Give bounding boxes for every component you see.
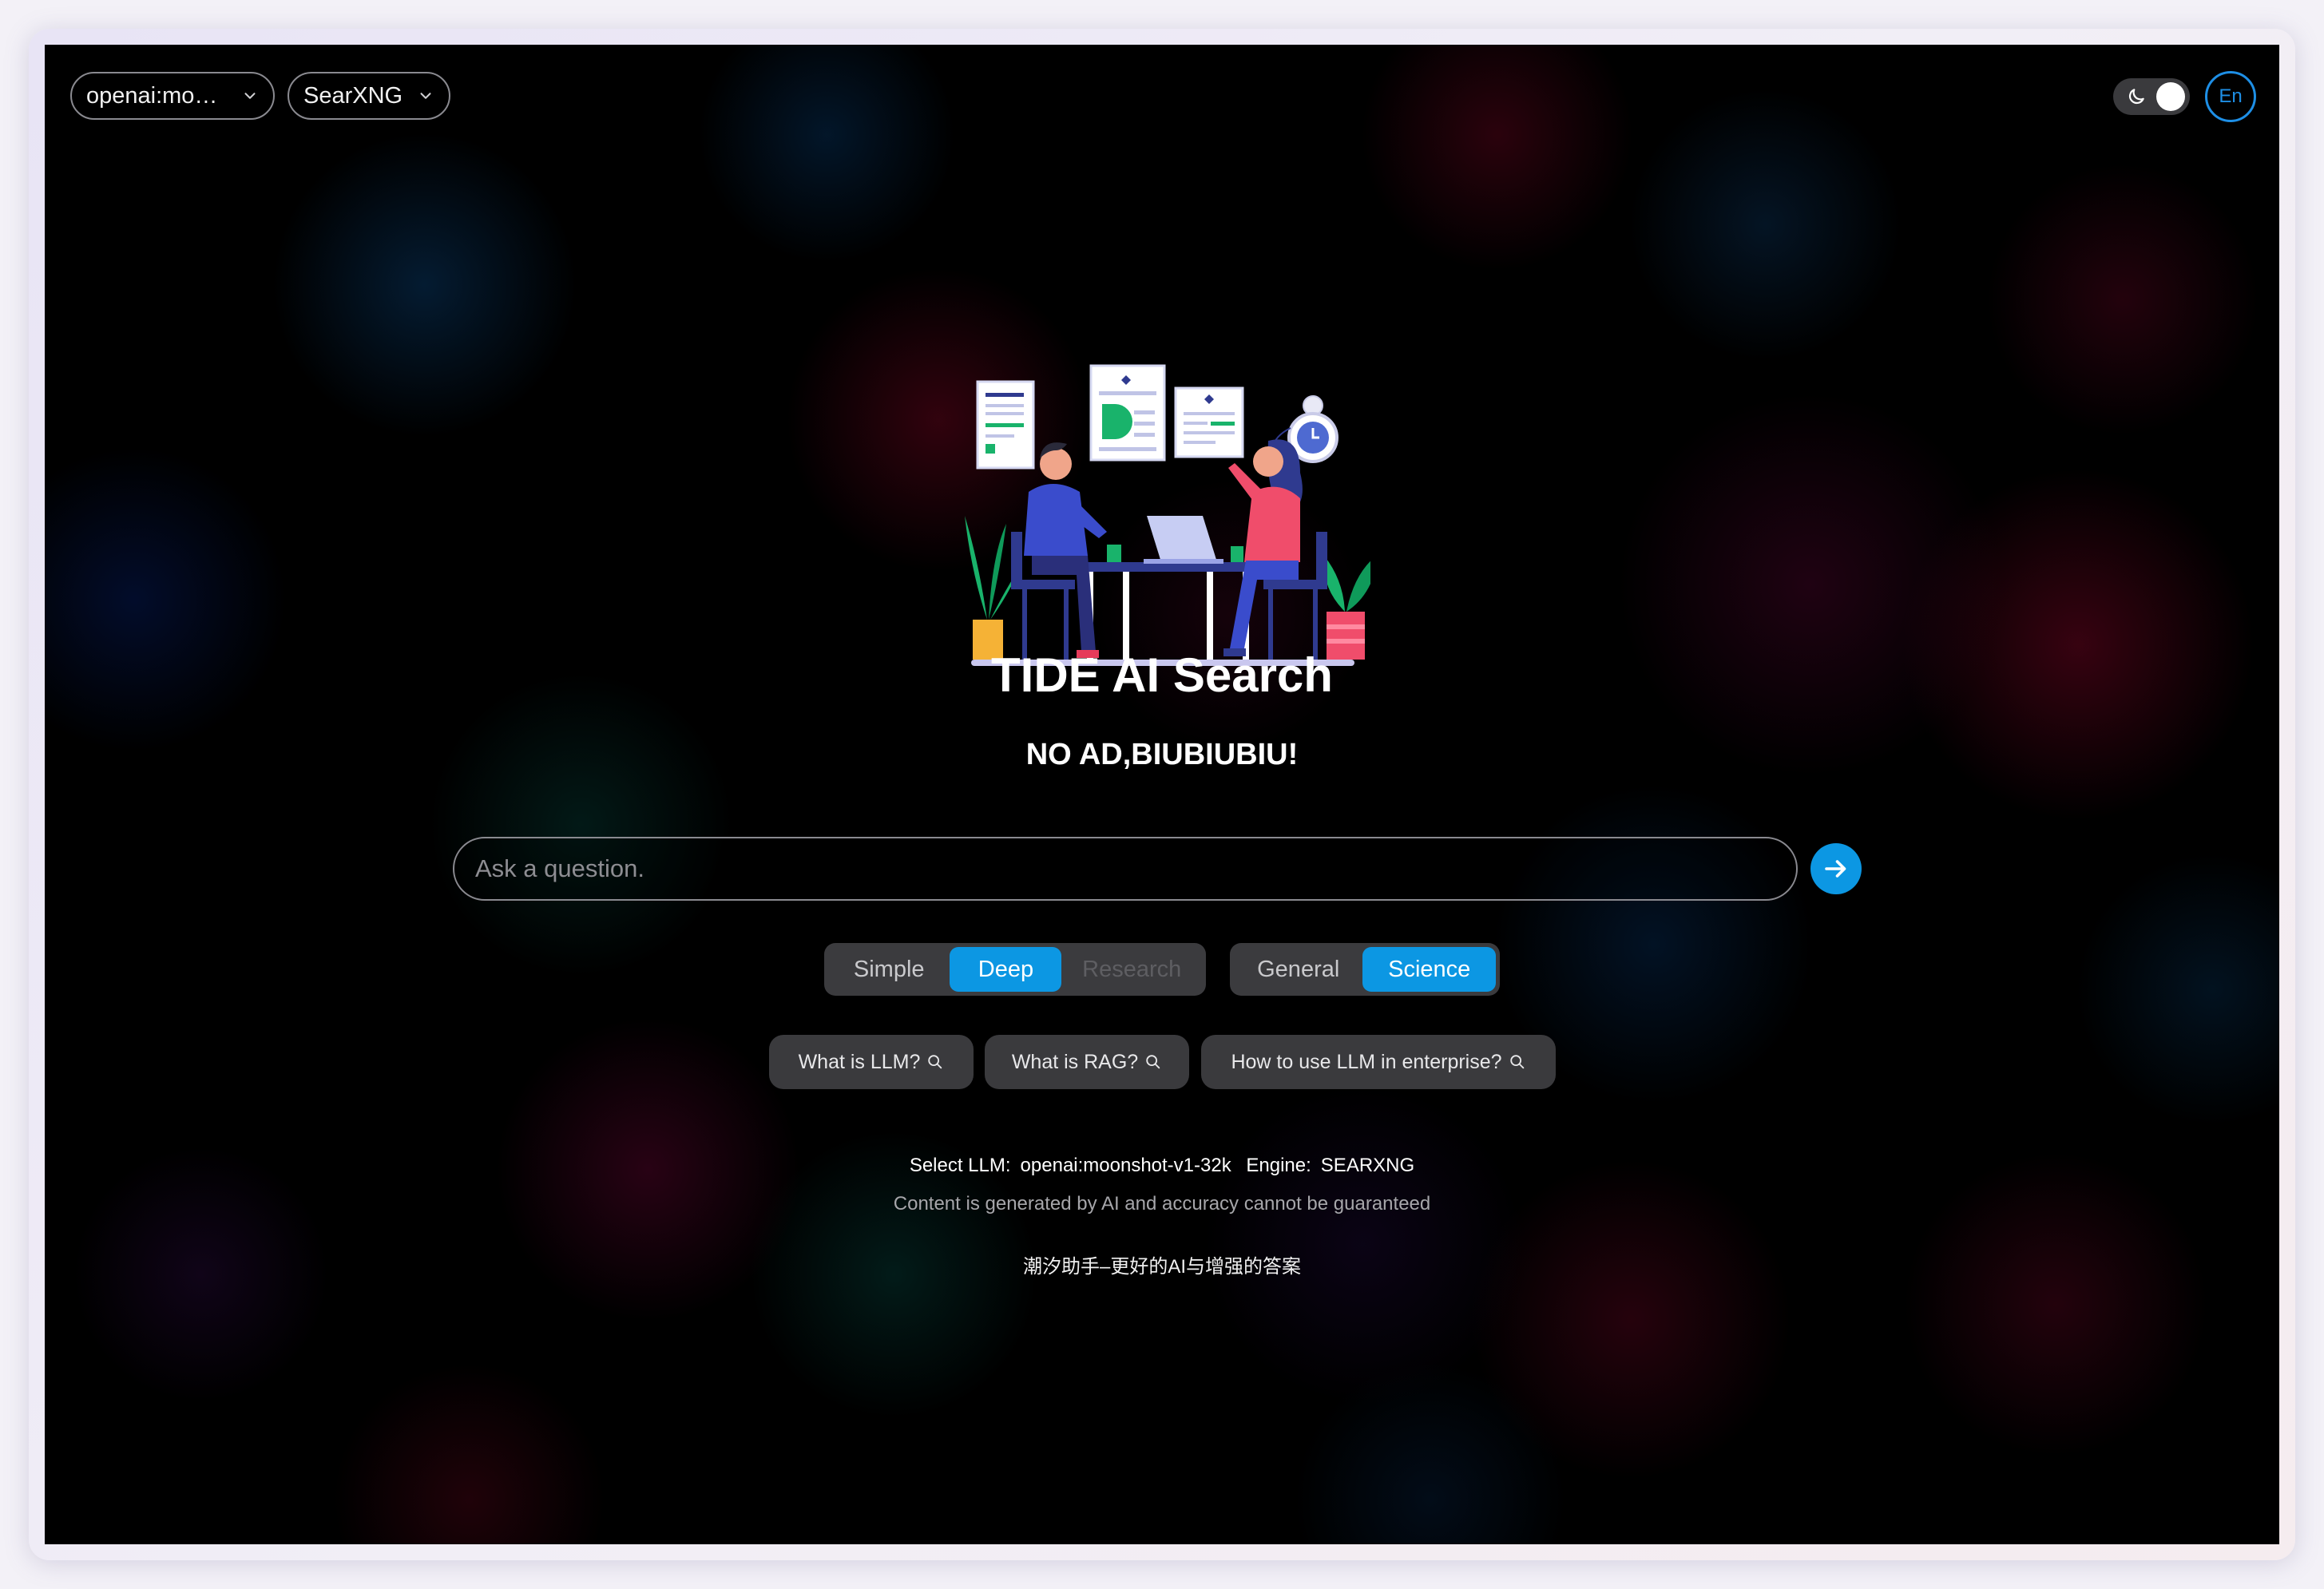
llm-select[interactable]: openai:mo… (70, 72, 275, 120)
tab-simple[interactable]: Simple (828, 947, 950, 992)
tagline: 潮汐助手–更好的AI与增强的答案 (1022, 1256, 1302, 1278)
engine-select-value: SearXNG (303, 82, 403, 109)
theme-toggle[interactable] (2113, 78, 2190, 115)
moon-icon (2128, 89, 2144, 105)
search-box (453, 837, 1798, 901)
ai-disclaimer: Content is generated by AI and accuracy … (893, 1193, 1431, 1215)
suggestion-label: What is LLM? (798, 1050, 921, 1073)
tab-science[interactable]: Science (1362, 947, 1496, 992)
search-icon (1509, 1055, 1524, 1069)
team-collaboration-illustration (965, 364, 1370, 666)
llm-select-value: openai:mo… (86, 82, 218, 109)
engine-select[interactable]: SearXNG (288, 72, 450, 120)
toggle-knob (2156, 82, 2185, 111)
language-button[interactable]: En (2205, 71, 2256, 122)
search-icon (928, 1055, 942, 1069)
suggestion-label: How to use LLM in enterprise? (1231, 1050, 1502, 1073)
tab-general[interactable]: General (1234, 947, 1362, 992)
suggestion-label: What is RAG? (1011, 1050, 1139, 1073)
chevron-down-icon (420, 93, 431, 99)
search-input[interactable] (454, 838, 1796, 899)
page-subtitle: NO AD,BIUBIUBIU! (1025, 738, 1299, 771)
suggestion-chip[interactable]: How to use LLM in enterprise? (1201, 1035, 1556, 1089)
mode-tabs: Simple Deep Research (824, 943, 1206, 996)
tab-research[interactable]: Research (1061, 947, 1202, 992)
category-tabs: General Science (1230, 943, 1500, 996)
arrow-right-icon (1825, 860, 1846, 878)
search-icon (1146, 1055, 1160, 1069)
llm-value: openai:moonshot-v1-32k (1020, 1155, 1231, 1176)
chevron-down-icon (244, 93, 256, 99)
engine-value: SEARXNG (1320, 1155, 1415, 1176)
submit-button[interactable] (1810, 843, 1862, 894)
app-window: openai:mo… SearXNG En TIDE AI Search NO … (45, 45, 2279, 1544)
suggestion-chip[interactable]: What is RAG? (985, 1035, 1189, 1089)
engine-label: Engine: (1246, 1155, 1311, 1176)
llm-label: Select LLM: (909, 1155, 1011, 1176)
suggestion-chip[interactable]: What is LLM? (769, 1035, 974, 1089)
page-title: TIDE AI Search (991, 648, 1333, 702)
model-info: Select LLM: openai:moonshot-v1-32k Engine… (45, 1155, 2279, 1177)
tab-deep[interactable]: Deep (950, 947, 1062, 992)
